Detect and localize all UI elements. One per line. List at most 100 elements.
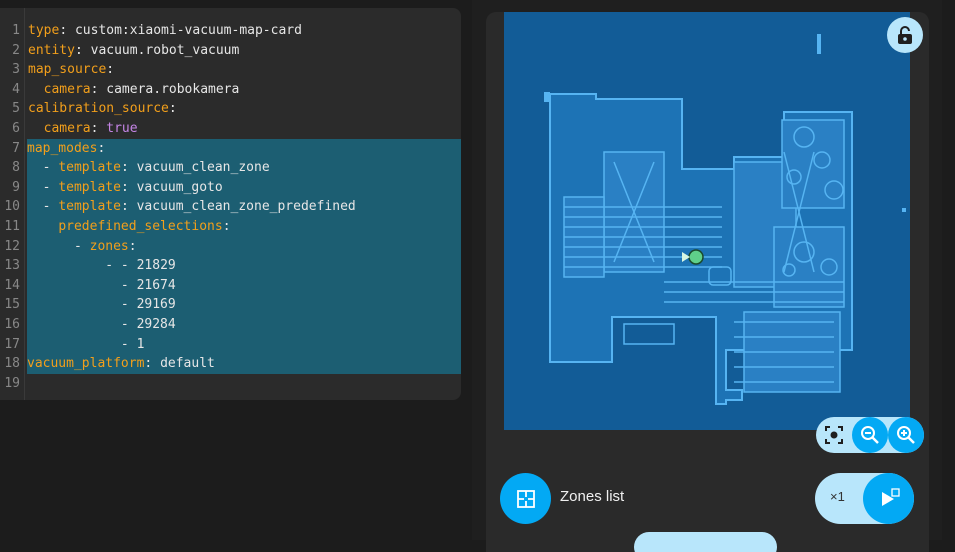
zoom-in-button[interactable] (888, 417, 924, 453)
zoom-in-icon (897, 426, 915, 444)
yaml-value: camera.robokamera (106, 81, 240, 97)
yaml-separator: : (120, 199, 137, 215)
line-text: map_modes: (27, 138, 461, 159)
vacuum-map-card: Zones list ×1 (486, 12, 929, 552)
code-line[interactable]: 8 - template: vacuum_clean_zone (0, 158, 461, 178)
secondary-button[interactable] (634, 532, 777, 552)
code-line[interactable]: 1 type: custom:xiaomi-vacuum-map-card (0, 21, 461, 41)
line-indent: - (27, 160, 59, 176)
line-text: predefined_selections: (27, 216, 461, 237)
code-line[interactable]: 10 - template: vacuum_clean_zone_predefi… (0, 197, 461, 217)
line-number: 7 (12, 140, 20, 156)
line-number: 4 (12, 81, 20, 97)
line-number: 8 (12, 160, 20, 176)
yaml-code-editor[interactable]: 1 type: custom:xiaomi-vacuum-map-card 2 ent… (0, 8, 461, 400)
yaml-separator: : (120, 160, 137, 176)
yaml-value: - - 21829 (105, 258, 176, 274)
zones-mode-button[interactable] (500, 473, 551, 524)
line-number: 17 (4, 336, 20, 352)
repeat-control[interactable]: ×1 (815, 473, 914, 524)
yaml-key: camera (43, 81, 91, 97)
zoom-out-button[interactable] (852, 417, 888, 453)
code-line[interactable]: 9 - template: vacuum_goto (0, 177, 461, 198)
line-text: calibration_source: (28, 99, 461, 119)
repeat-count[interactable]: ×1 (830, 489, 845, 504)
code-lines[interactable]: 1 type: custom:xiaomi-vacuum-map-card 2 ent… (0, 21, 461, 393)
line-number: 12 (4, 238, 20, 254)
yaml-key: zones (89, 238, 129, 254)
lock-button[interactable] (887, 17, 923, 53)
yaml-separator: : (59, 23, 75, 38)
yaml-separator: : (97, 140, 106, 156)
line-indent: - (27, 179, 59, 195)
yaml-key: vacuum_platform (27, 356, 145, 372)
yaml-value: vacuum_clean_zone (136, 160, 270, 176)
code-line[interactable]: 6 camera: true (0, 119, 461, 139)
center-map-button[interactable] (816, 417, 852, 453)
yaml-value: vacuum.robot_vacuum (90, 42, 240, 58)
line-text: - template: vacuum_goto (27, 177, 461, 198)
code-line[interactable]: 12 - zones: (0, 236, 461, 257)
floor-map-drawing (544, 34, 906, 405)
yaml-value: - 29284 (120, 316, 176, 332)
line-number: 2 (12, 42, 20, 58)
line-text: map_source: (28, 60, 461, 80)
line-text: vacuum_platform: default (27, 354, 461, 374)
line-text: camera: true (28, 119, 461, 139)
lock-open-icon (898, 26, 912, 44)
line-number: 18 (4, 356, 20, 372)
line-text: - zones: (27, 236, 461, 257)
code-line[interactable]: 2 entity: vacuum.robot_vacuum (0, 41, 461, 61)
line-text: - template: vacuum_clean_zone (27, 158, 461, 178)
line-text: - 1 (27, 334, 461, 355)
yaml-separator: : (128, 238, 137, 254)
line-number: 3 (12, 62, 20, 78)
code-line[interactable]: 4 camera: camera.robokamera (0, 80, 461, 100)
line-number: 9 (12, 179, 20, 195)
code-line[interactable]: 16 - 29284 (0, 314, 461, 335)
code-line[interactable]: 18 vacuum_platform: default (0, 354, 461, 374)
code-line[interactable]: 14 - 21674 (0, 275, 461, 296)
code-line[interactable]: 17 - 1 (0, 334, 461, 355)
yaml-separator: : (144, 356, 161, 372)
line-number: 15 (4, 297, 20, 313)
line-text (28, 374, 461, 394)
code-line[interactable]: 13 - - 21829 (0, 256, 461, 276)
vacuum-map[interactable] (504, 12, 910, 430)
start-cleaning-button[interactable] (863, 473, 914, 524)
yaml-key: template (58, 199, 121, 215)
code-line[interactable]: 11 predefined_selections: (0, 216, 461, 237)
line-number: 19 (4, 375, 20, 391)
crosshair-icon (825, 426, 843, 444)
yaml-key: predefined_selections (58, 218, 223, 234)
line-number: 5 (12, 101, 20, 117)
zones-list-label: Zones list (560, 488, 625, 505)
line-text: - template: vacuum_clean_zone_predefined (27, 197, 461, 217)
yaml-key: entity (28, 42, 75, 58)
line-indent: - (27, 238, 90, 254)
line-number: 14 (4, 277, 20, 293)
yaml-key: template (58, 179, 121, 195)
code-line[interactable]: 19 (0, 374, 461, 394)
code-line[interactable]: 15 - 29169 (0, 295, 461, 315)
code-line[interactable]: 7 map_modes: (0, 138, 461, 159)
line-number: 11 (4, 218, 20, 234)
code-line[interactable]: 3 map_source: (0, 60, 461, 80)
line-number: 10 (4, 199, 20, 215)
line-number: 13 (4, 258, 20, 274)
line-text: type: custom:xiaomi-vacuum-map-card (28, 21, 461, 41)
line-text: - 29284 (27, 314, 461, 335)
code-line[interactable]: 5 calibration_source: (0, 99, 461, 119)
yaml-value: default (160, 356, 215, 372)
yaml-value: true (106, 120, 138, 136)
yaml-key: calibration_source (28, 101, 169, 117)
yaml-separator: : (222, 218, 231, 234)
line-text: - - 21829 (27, 256, 461, 276)
